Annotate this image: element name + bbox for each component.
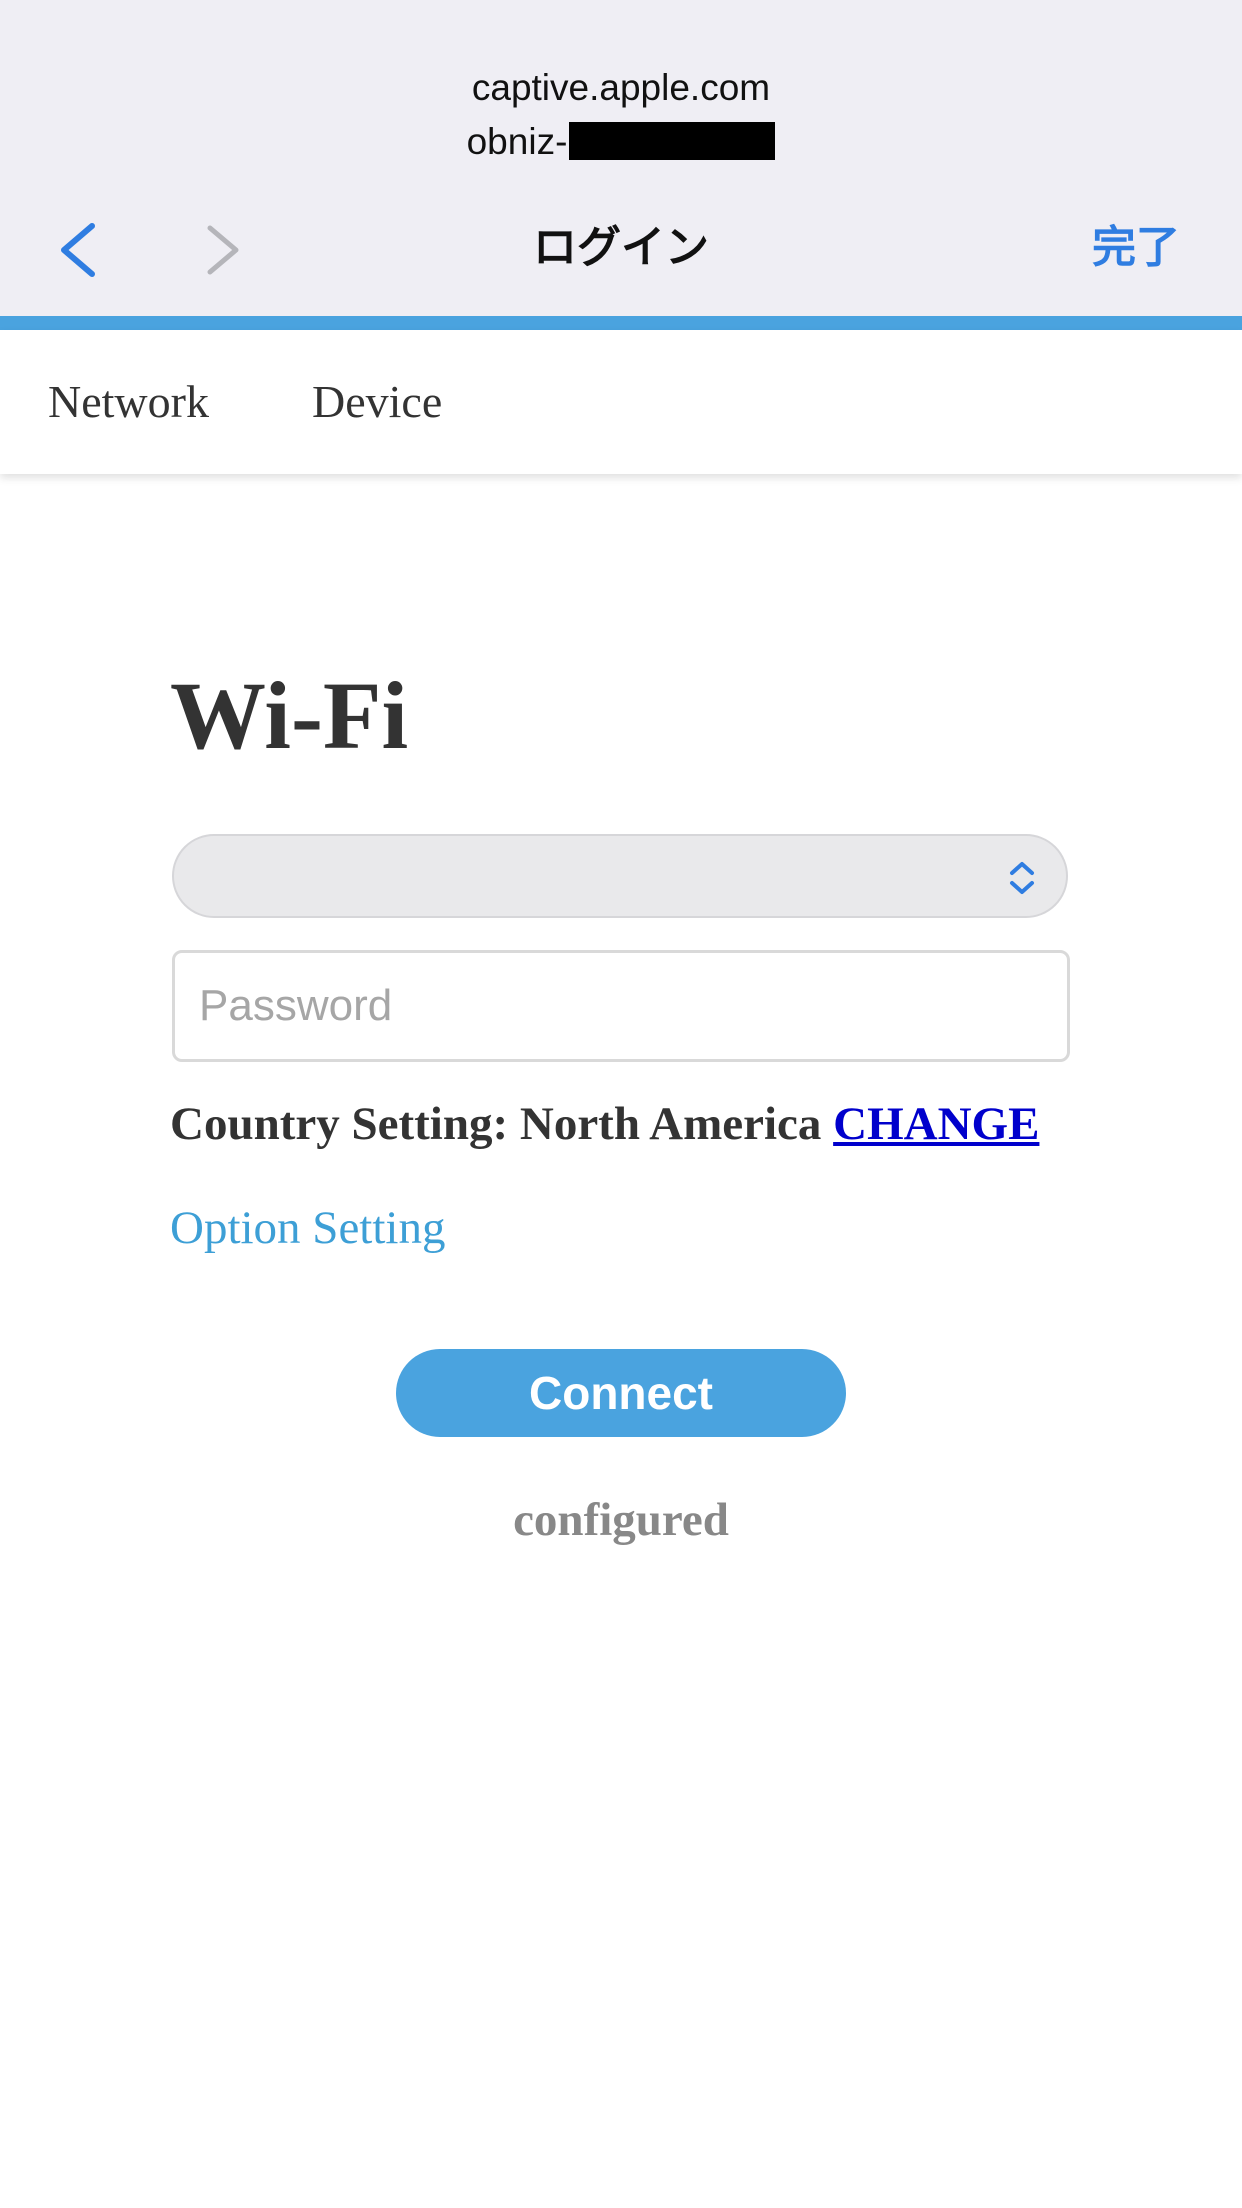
tab-network[interactable]: Network [48,370,209,434]
captive-sheet-header: captive.apple.com obniz- ログイン 完了 [0,0,1242,316]
option-setting-link[interactable]: Option Setting [170,1198,445,1258]
captive-domain: captive.apple.com [471,67,771,108]
redacted-network-id [569,122,776,160]
ssid-select[interactable] [172,834,1068,918]
tab-device[interactable]: Device [312,370,442,434]
network-name: obniz- [0,118,1242,166]
password-field[interactable] [172,950,1070,1062]
done-button[interactable]: 完了 [1092,218,1180,278]
page-header: Network Device [0,330,1242,474]
sheet-title: ログイン [533,222,709,273]
change-country-link[interactable]: CHANGE [833,1098,1039,1150]
select-updown-icon [1010,862,1034,894]
country-setting-label: Country Setting: North America [170,1098,822,1150]
loading-progress-bar [0,316,1242,330]
network-prefix: obniz- [466,121,568,162]
country-setting: Country Setting: North America CHANGE [170,1094,1039,1154]
status-text: configured [513,1494,729,1546]
page-title: Wi-Fi [170,662,409,769]
connect-button[interactable]: Connect [396,1349,846,1437]
